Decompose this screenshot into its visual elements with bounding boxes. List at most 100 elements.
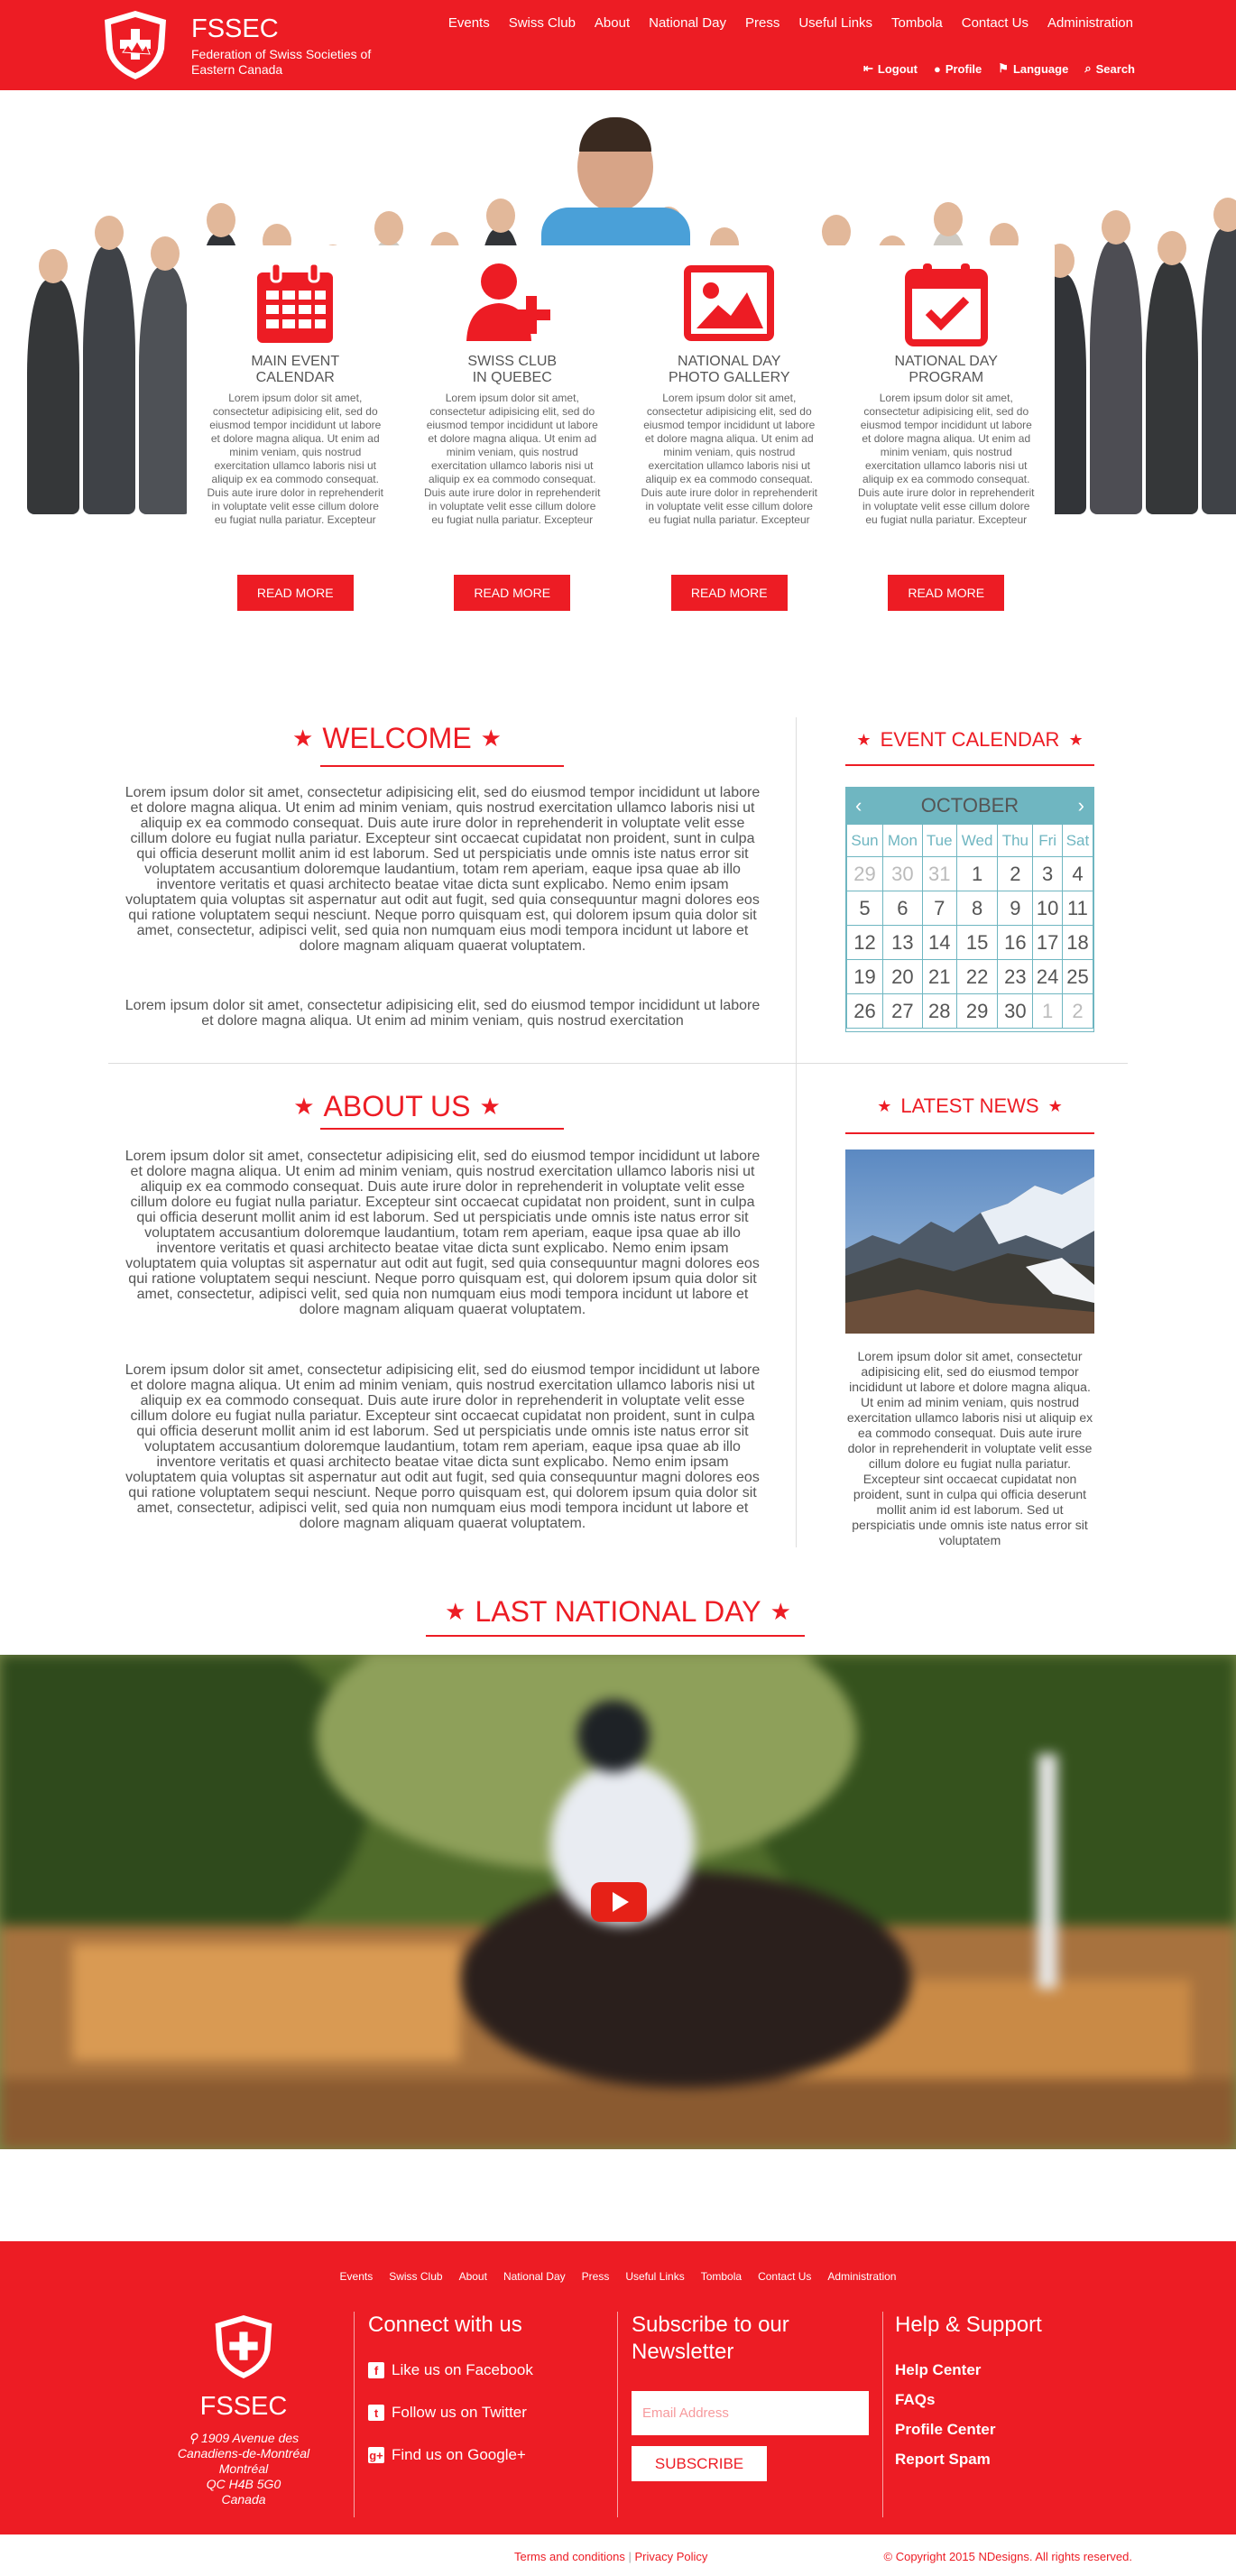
footer-nav-events[interactable]: Events bbox=[340, 2270, 374, 2283]
calendar-day[interactable]: 28 bbox=[921, 993, 957, 1029]
calendar-day[interactable]: 31 bbox=[921, 856, 957, 891]
newsletter-email-input[interactable] bbox=[632, 2391, 869, 2435]
social-link[interactable]: g+ Find us on Google+ bbox=[368, 2446, 603, 2464]
calendar-day[interactable]: 16 bbox=[997, 925, 1034, 960]
footer-nav-about[interactable]: About bbox=[459, 2270, 487, 2283]
footer-nav-administration[interactable]: Administration bbox=[827, 2270, 896, 2283]
calendar-day[interactable]: 30 bbox=[997, 993, 1034, 1029]
calendar-day[interactable]: 2 bbox=[997, 856, 1034, 891]
brand-name[interactable]: FSSEC bbox=[191, 14, 279, 44]
footer-nav-press[interactable]: Press bbox=[582, 2270, 610, 2283]
feature-card-title-line: MAIN EVENT bbox=[251, 354, 340, 369]
news-underline bbox=[845, 1132, 1094, 1134]
subscribe-button[interactable]: SUBSCRIBE bbox=[632, 2446, 767, 2481]
calendar-day[interactable]: 23 bbox=[997, 959, 1034, 994]
logo-shield-icon[interactable] bbox=[101, 9, 170, 81]
nav-tombola[interactable]: Tombola bbox=[891, 15, 943, 31]
about-underline bbox=[320, 1128, 564, 1130]
calendar-day[interactable]: 21 bbox=[921, 959, 957, 994]
footer-nav-tombola[interactable]: Tombola bbox=[701, 2270, 742, 2283]
calendar-day[interactable]: 5 bbox=[845, 891, 884, 926]
calendar-day[interactable]: 11 bbox=[1061, 891, 1094, 926]
nav-about[interactable]: About bbox=[595, 15, 630, 31]
social-label: Follow us on Twitter bbox=[392, 2404, 527, 2421]
calendar-day[interactable]: 29 bbox=[955, 993, 999, 1029]
chevron-left-icon[interactable]: ‹ bbox=[855, 794, 862, 817]
nav-national-day[interactable]: National Day bbox=[649, 15, 726, 31]
calendar-day[interactable]: 27 bbox=[882, 993, 923, 1029]
subnav-search[interactable]: ⌕ Search bbox=[1084, 61, 1135, 76]
news-mountain-image[interactable] bbox=[845, 1150, 1094, 1334]
calendar-day[interactable]: 9 bbox=[997, 891, 1034, 926]
event-calendar: ‹ OCTOBER › Sun Mon Tue Wed Thu Fri Sat 29 30 31 1… bbox=[845, 787, 1094, 1032]
read-more-button[interactable]: READ MORE bbox=[670, 575, 788, 611]
picture-icon[interactable] bbox=[639, 258, 819, 348]
calendar-day[interactable]: 1 bbox=[955, 856, 999, 891]
help-link-faqs[interactable]: FAQs bbox=[895, 2391, 1093, 2409]
help-title: Help & Support bbox=[895, 2313, 1042, 2337]
footer-nav-swiss-club[interactable]: Swiss Club bbox=[389, 2270, 442, 2283]
site-header: FSSEC Federation of Swiss Societies of E… bbox=[0, 0, 1236, 90]
help-link-help-center[interactable]: Help Center bbox=[895, 2361, 1093, 2379]
national-day-video[interactable] bbox=[0, 1655, 1236, 2149]
bottom-bar: Terms and conditions | Privacy Policy © … bbox=[0, 2534, 1236, 2576]
terms-link[interactable]: Terms and conditions bbox=[514, 2550, 625, 2563]
youtube-play-icon[interactable] bbox=[591, 1882, 647, 1922]
footer-brand-column: FSSEC ⚲ 1909 Avenue des Canadiens-de-Mont… bbox=[144, 2312, 343, 2510]
help-link-report-spam[interactable]: Report Spam bbox=[895, 2451, 1093, 2469]
calendar-day[interactable]: 12 bbox=[845, 925, 884, 960]
nav-contact-us[interactable]: Contact Us bbox=[962, 15, 1028, 31]
calendar-weekday: Wed bbox=[955, 824, 999, 857]
calendar-weekday-row: Sun Mon Tue Wed Thu Fri Sat bbox=[845, 824, 1094, 857]
calendar-day[interactable]: 20 bbox=[882, 959, 923, 994]
calendar-day[interactable]: 13 bbox=[882, 925, 923, 960]
footer-nav-useful-links[interactable]: Useful Links bbox=[625, 2270, 684, 2283]
read-more-button[interactable]: READ MORE bbox=[236, 575, 354, 611]
newsletter-title: Subscribe to our Newsletter bbox=[632, 2313, 789, 2364]
social-link[interactable]: t Follow us on Twitter bbox=[368, 2404, 603, 2422]
legal-links: Terms and conditions | Privacy Policy bbox=[514, 2550, 707, 2563]
calendar-day[interactable]: 3 bbox=[1032, 856, 1063, 891]
feature-card-title-line: PROGRAM bbox=[909, 370, 984, 385]
subnav-logout[interactable]: ⇤ Logout bbox=[863, 61, 918, 76]
nav-events[interactable]: Events bbox=[448, 15, 490, 31]
calendar-day[interactable]: 7 bbox=[921, 891, 957, 926]
read-more-button[interactable]: READ MORE bbox=[888, 575, 1005, 611]
calendar-day[interactable]: 17 bbox=[1032, 925, 1063, 960]
feature-card: NATIONAL DAY PHOTO GALLERY Lorem ipsum dol… bbox=[639, 258, 819, 633]
calendar-day[interactable]: 18 bbox=[1061, 925, 1094, 960]
help-link-profile-center[interactable]: Profile Center bbox=[895, 2421, 1093, 2439]
calendar-day[interactable]: 24 bbox=[1032, 959, 1063, 994]
calendar-day[interactable]: 14 bbox=[921, 925, 957, 960]
star-icon: ★ bbox=[293, 1093, 315, 1120]
nav-administration[interactable]: Administration bbox=[1047, 15, 1133, 31]
nav-useful-links[interactable]: Useful Links bbox=[798, 15, 872, 31]
subnav-language[interactable]: ⚑ Language bbox=[998, 61, 1068, 76]
calendar-day[interactable]: 4 bbox=[1061, 856, 1094, 891]
calendar-day[interactable]: 6 bbox=[882, 891, 923, 926]
footer-nav-national-day[interactable]: National Day bbox=[503, 2270, 566, 2283]
nav-swiss-club[interactable]: Swiss Club bbox=[509, 15, 576, 31]
calendar-check-icon[interactable] bbox=[856, 258, 1037, 348]
calendar-day[interactable]: 8 bbox=[955, 891, 999, 926]
calendar-day[interactable]: 1 bbox=[1032, 993, 1063, 1029]
calendar-day[interactable]: 30 bbox=[882, 856, 923, 891]
footer-nav-contact-us[interactable]: Contact Us bbox=[758, 2270, 811, 2283]
calendar-day[interactable]: 19 bbox=[845, 959, 884, 994]
calendar-day[interactable]: 22 bbox=[955, 959, 999, 994]
privacy-link[interactable]: Privacy Policy bbox=[634, 2550, 707, 2563]
add-user-icon[interactable] bbox=[422, 258, 603, 348]
chevron-right-icon[interactable]: › bbox=[1078, 794, 1084, 817]
read-more-button[interactable]: READ MORE bbox=[454, 575, 571, 611]
footer-logo-shield-icon[interactable] bbox=[212, 2310, 275, 2384]
social-link[interactable]: f Like us on Facebook bbox=[368, 2361, 603, 2379]
calendar-day[interactable]: 10 bbox=[1032, 891, 1063, 926]
calendar-day[interactable]: 26 bbox=[845, 993, 884, 1029]
nav-press[interactable]: Press bbox=[745, 15, 779, 31]
subnav-profile[interactable]: ● Profile bbox=[934, 61, 982, 76]
calendar-day[interactable]: 2 bbox=[1061, 993, 1094, 1029]
calendar-grid-icon[interactable] bbox=[205, 258, 385, 348]
calendar-day[interactable]: 29 bbox=[845, 856, 884, 891]
calendar-day[interactable]: 15 bbox=[955, 925, 999, 960]
calendar-day[interactable]: 25 bbox=[1061, 959, 1094, 994]
